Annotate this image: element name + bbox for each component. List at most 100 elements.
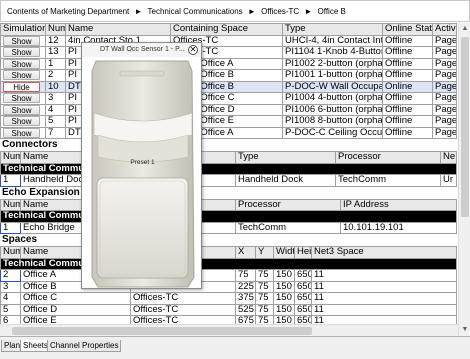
devices-header-row: Simulation Num Name Containing Space Typ…: [0, 23, 457, 36]
col-x[interactable]: X: [235, 246, 256, 259]
show-button[interactable]: Show: [3, 127, 40, 138]
cell-active: Page 1: [432, 57, 457, 70]
table-row[interactable]: Show 2 PI TC ► Office B PI1001 1-button (orp…: [0, 69, 457, 82]
table-row[interactable]: 1 Handheld Dock Handheld Dock TechComm Ur: [0, 174, 457, 187]
table-row[interactable]: Show 5 PI TC ► Office E PI1008 8-button (orp…: [0, 115, 457, 128]
cell-num: 5: [45, 115, 66, 128]
cell-net3: 11: [311, 303, 457, 316]
col-y[interactable]: Y: [255, 246, 274, 259]
table-row[interactable]: Show13PIOffices-TCPI1104 1-Knob 4-Button…: [0, 46, 457, 59]
col-num[interactable]: Num: [45, 23, 66, 36]
sheets-content: Simulation Num Name Containing Space Typ…: [0, 23, 458, 336]
cell-y: 75: [255, 280, 274, 293]
cell-x: 375: [235, 292, 256, 305]
popup-title: DT Wall Occ Sensor 1 - P...: [82, 43, 201, 57]
cell-width: 150: [273, 303, 295, 316]
table-row[interactable]: 2Office AOffices-TC757515065011: [0, 269, 457, 282]
tab-channel-properties[interactable]: Channel Properties: [47, 340, 122, 352]
col-containing-space[interactable]: Containing Space: [170, 23, 283, 36]
cell-ip: 10.101.19.101: [340, 221, 457, 234]
scroll-up-arrow-icon[interactable]: ▲: [459, 23, 470, 35]
show-button[interactable]: Show: [3, 47, 40, 58]
cell-width: 150: [273, 280, 295, 293]
table-row[interactable]: 3Office BOffices-TC2257515065011: [0, 280, 457, 293]
cell-type: PI1004 4-button (orpha: [282, 92, 383, 105]
cell-num: 12: [45, 34, 66, 47]
col-num[interactable]: Num: [0, 151, 21, 164]
cell-net3: 11: [311, 269, 457, 282]
table-row[interactable]: Show 4 PI TC ► Office D PI1006 6-button (orp…: [0, 103, 457, 116]
cell-num: 3: [45, 92, 66, 105]
col-active[interactable]: Active: [432, 23, 457, 36]
table-row[interactable]: 1 Echo Bridge TechComm 10.101.19.101: [0, 221, 457, 234]
cell-active: Page 1: [432, 92, 457, 105]
breadcrumb-technical-communications[interactable]: Technical Communications: [148, 7, 243, 16]
table-row[interactable]: Show 7 DT TC ► Office A P-DOC-C Ceiling Occu…: [0, 126, 457, 139]
col-processor[interactable]: Processor: [235, 198, 341, 211]
group-label: Technical Communications: [0, 257, 457, 270]
cell-net3: 11: [311, 292, 457, 305]
group-label: Technical Communi: [0, 162, 457, 175]
echo-header-row: Num Name Processor IP Address: [0, 198, 457, 211]
cell-type: PI1001 1-button (orpha: [282, 69, 383, 82]
col-ne[interactable]: Ne: [440, 151, 457, 164]
cell-num: 7: [45, 126, 66, 139]
group-row: Technical Communi: [0, 210, 457, 223]
col-num[interactable]: Num: [0, 198, 21, 211]
col-height[interactable]: Heig: [294, 246, 312, 259]
close-icon[interactable]: ✕: [188, 45, 198, 55]
table-row-selected[interactable]: Hide 10 DT TC ► Office B P-DOC-W Wall Occupa…: [0, 80, 457, 93]
cell-status: Offline: [382, 103, 433, 116]
show-button[interactable]: Show: [3, 104, 40, 115]
table-row[interactable]: 4 Office C Offices-TC 375 75 150 650 11: [0, 292, 457, 305]
col-simulation[interactable]: Simulation: [0, 23, 46, 36]
cell-active: Page 1: [432, 69, 457, 82]
cell-num: 5: [0, 303, 21, 316]
scroll-down-arrow-icon[interactable]: ▼: [459, 324, 470, 336]
cell-type: PI1002 2-button (orpha: [282, 57, 383, 70]
show-button[interactable]: Show: [3, 93, 40, 104]
scroll-thumb[interactable]: [461, 37, 469, 217]
bottom-tab-bar: Plan Sheets Channel Properties: [0, 336, 470, 359]
cell-x: 525: [235, 303, 256, 316]
hide-button[interactable]: Hide: [3, 81, 40, 92]
table-row[interactable]: Show 12 4in Contact Sto 1 Offices-TC UHCI-4,…: [0, 34, 457, 47]
breadcrumb-office-b[interactable]: Office B: [318, 7, 346, 16]
col-type[interactable]: Type: [282, 23, 383, 36]
show-button[interactable]: Show: [3, 70, 40, 81]
cell-num: 1: [0, 174, 21, 187]
col-ip-address[interactable]: IP Address: [340, 198, 457, 211]
col-net3-space[interactable]: Net3 Space: [311, 246, 457, 259]
table-row[interactable]: Show 3 PI TC ► Office C PI1004 4-button (orp…: [0, 92, 457, 105]
breadcrumb-offices-tc[interactable]: Offices-TC: [261, 7, 299, 16]
cell-active: Page 1: [432, 103, 457, 116]
scroll-thumb[interactable]: [12, 327, 312, 335]
cell-type: PI1006 6-button (orpha: [282, 103, 383, 116]
spaces-header-row: Num Name X Y Widt Heig Net3 Space: [0, 246, 457, 259]
cell-y: 75: [255, 292, 274, 305]
col-processor[interactable]: Processor: [335, 151, 441, 164]
vertical-scrollbar[interactable]: ▲ ▼: [458, 23, 470, 336]
breadcrumb-separator: ►: [134, 7, 143, 16]
table-row[interactable]: 5 Office D Offices-TC 525 75 150 650 11: [0, 303, 457, 316]
breadcrumb-root[interactable]: Contents of Marketing Department: [7, 7, 129, 16]
cell-height: 650: [294, 280, 312, 293]
cell-status: Offline: [382, 126, 433, 139]
col-type[interactable]: Type: [235, 151, 336, 164]
col-name[interactable]: Name: [65, 23, 171, 36]
group-row: Technical Communi: [0, 162, 457, 175]
connectors-section-title: Connectors: [0, 139, 458, 151]
col-width[interactable]: Widt: [273, 246, 295, 259]
cell-ne: Ur: [440, 174, 457, 187]
cell-height: 650: [294, 292, 312, 305]
cell-height: 650: [294, 303, 312, 316]
horizontal-scrollbar[interactable]: [0, 324, 458, 336]
table-row[interactable]: Show 1 PI TC ► Office A PI1002 2-button (orp…: [0, 57, 457, 70]
show-button[interactable]: Show: [3, 58, 40, 69]
cell-parent: Offices-TC: [130, 303, 236, 316]
col-online-status[interactable]: Online Status: [382, 23, 433, 36]
col-num[interactable]: Num: [0, 246, 21, 259]
show-button[interactable]: Show: [3, 35, 40, 46]
show-button[interactable]: Show: [3, 116, 40, 127]
cell-num: 13: [45, 46, 66, 59]
